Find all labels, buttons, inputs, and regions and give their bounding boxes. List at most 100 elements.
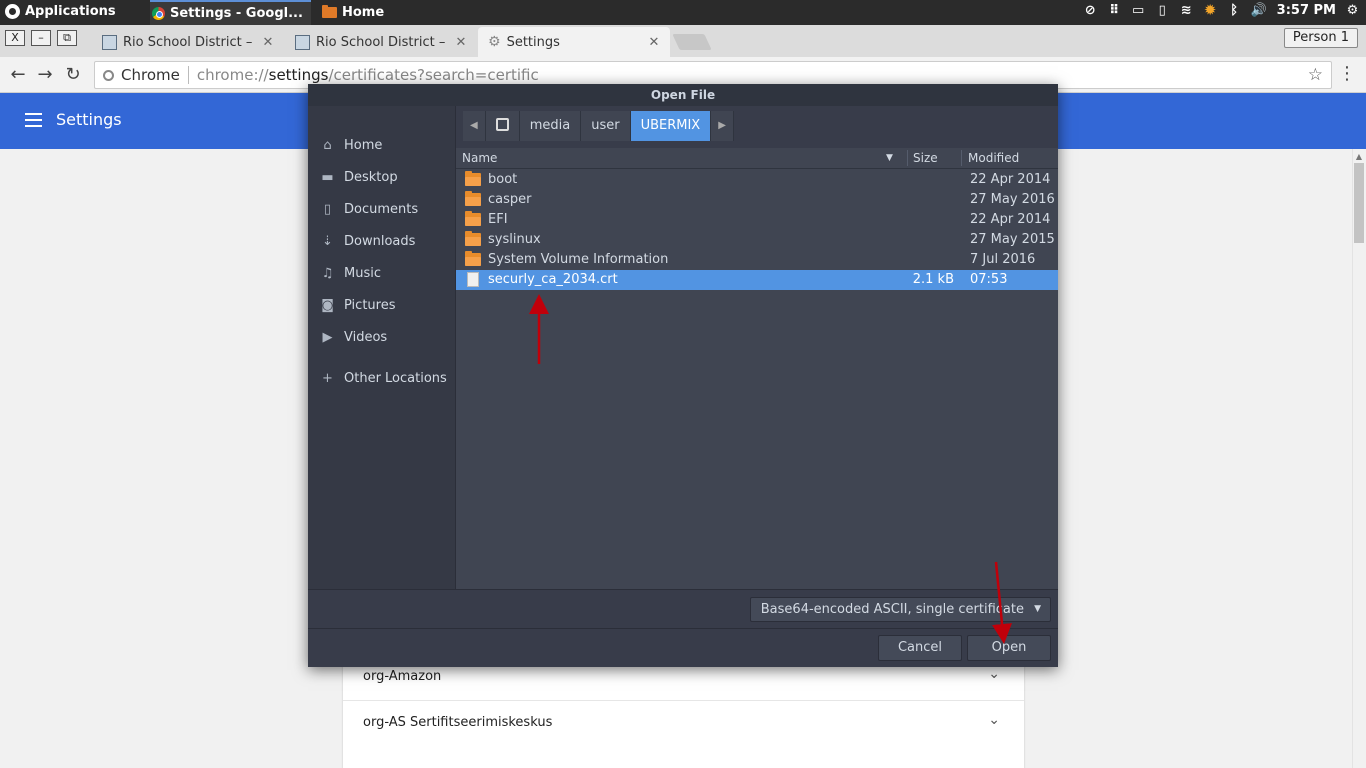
taskbar-browser-label: Settings - Googl... [170, 6, 303, 21]
place-documents[interactable]: ▯ Documents [308, 195, 456, 223]
place-downloads[interactable]: ⇣ Downloads [308, 227, 456, 255]
path-breadcrumb: ◀ media user UBERMIX ▶ [463, 111, 734, 141]
settings-title: Settings [56, 110, 122, 129]
taskbar-button-files[interactable]: Home [322, 0, 384, 25]
tab-settings[interactable]: ⚙ Settings ✕ [478, 27, 670, 57]
forward-arrow-icon[interactable]: → [33, 63, 57, 87]
sort-down-icon[interactable]: ▼ [886, 153, 893, 163]
no-screensaver-icon[interactable]: ⊘ [1083, 3, 1098, 18]
battery-icon[interactable]: ▯ [1155, 3, 1170, 18]
file-name: EFI [488, 212, 508, 227]
file-modified: 7 Jul 2016 [970, 252, 1036, 267]
hamburger-menu-icon[interactable] [25, 113, 42, 127]
file-row-selected[interactable]: securly_ca_2034.crt 2.1 kB 07:53 [456, 270, 1058, 290]
taskbar-button-browser[interactable]: Settings - Googl... [150, 0, 311, 25]
open-button[interactable]: Open [967, 635, 1051, 661]
file-row[interactable]: EFI 22 Apr 2014 [456, 210, 1058, 230]
tab-close-icon[interactable]: ✕ [453, 35, 469, 50]
window-restore-button[interactable]: ⧉ [57, 30, 77, 46]
power-gear-icon[interactable]: ⚙ [1345, 3, 1360, 18]
music-icon: ♫ [321, 265, 334, 281]
place-label: Documents [344, 201, 419, 217]
grid-icon[interactable]: ⠿ [1107, 3, 1122, 18]
cancel-button[interactable]: Cancel [878, 635, 962, 661]
place-videos[interactable]: ▶ Videos [308, 323, 456, 351]
applications-menu[interactable]: Applications [5, 4, 116, 19]
window-close-button[interactable]: X [5, 30, 25, 46]
reload-icon[interactable]: ↻ [61, 63, 85, 87]
site-favicon-icon [102, 34, 117, 50]
folder-icon [465, 191, 481, 206]
volume-icon[interactable]: 🔊 [1251, 3, 1267, 18]
tab-close-icon[interactable]: ✕ [646, 35, 662, 50]
file-name: boot [488, 172, 518, 187]
chrome-page-icon [103, 69, 114, 81]
file-row[interactable]: System Volume Information 7 Jul 2016 [456, 250, 1058, 270]
column-separator [907, 150, 908, 166]
folder-icon: ▬ [321, 169, 334, 185]
tab-title: Rio School District – E [316, 34, 447, 50]
place-label: Home [344, 137, 383, 153]
folder-icon [465, 231, 481, 246]
file-type-filter-select[interactable]: Base64-encoded ASCII, single certificate… [749, 597, 1051, 622]
file-list-header: Name ▼ Size Modified [456, 148, 1058, 169]
place-label: Desktop [344, 169, 398, 185]
profile-button[interactable]: Person 1 [1283, 28, 1358, 48]
place-desktop[interactable]: ▬ Desktop [308, 163, 456, 191]
breadcrumb-root-disk[interactable] [485, 111, 520, 141]
place-pictures[interactable]: ◙ Pictures [308, 291, 456, 319]
weather-sun-icon[interactable]: ✹ [1203, 3, 1218, 18]
window-minimize-button[interactable]: – [31, 30, 51, 46]
file-modified: 27 May 2016 [970, 192, 1055, 207]
document-file-icon [467, 272, 479, 287]
chrome-menu-icon[interactable]: ⋮ [1338, 63, 1356, 84]
bookmark-star-icon[interactable]: ☆ [1308, 65, 1323, 85]
browser-tab-strip: X – ⧉ Rio School District – E ✕ Rio Scho… [0, 25, 1366, 57]
breadcrumb-back-arrow-icon[interactable]: ◀ [463, 111, 486, 141]
back-arrow-icon[interactable]: ← [6, 63, 30, 87]
file-name: securly_ca_2034.crt [488, 272, 618, 287]
tab-close-icon[interactable]: ✕ [260, 35, 276, 50]
place-music[interactable]: ♫ Music [308, 259, 456, 287]
column-header-name[interactable]: Name [462, 151, 497, 165]
video-icon: ▶ [322, 329, 333, 345]
file-row[interactable]: casper 27 May 2016 [456, 190, 1058, 210]
chevron-down-icon[interactable]: ⌄ [988, 666, 1000, 682]
breadcrumb-forward-arrow-icon[interactable]: ▶ [711, 111, 734, 141]
breadcrumb-media[interactable]: media [519, 111, 582, 141]
tab-rio-school-2[interactable]: Rio School District – E ✕ [285, 27, 477, 57]
file-filter-bar: Base64-encoded ASCII, single certificate… [308, 589, 1058, 628]
new-tab-button[interactable] [672, 34, 712, 50]
home-icon: ⌂ [323, 137, 332, 153]
system-tray: ⊘ ⠿ ▭ ▯ ≋ ✹ ᛒ 🔊 3:57 PM ⚙ [1083, 3, 1360, 19]
column-header-size[interactable]: Size [913, 151, 938, 165]
filter-value: Base64-encoded ASCII, single certificate [760, 602, 1024, 617]
file-size: 2.1 kB [912, 272, 954, 287]
chrome-icon [152, 7, 165, 20]
column-header-modified[interactable]: Modified [968, 151, 1019, 165]
scroll-up-arrow-icon[interactable]: ▲ [1355, 152, 1363, 161]
document-icon: ▯ [323, 201, 332, 217]
file-name: System Volume Information [488, 252, 669, 267]
place-label: Music [344, 265, 381, 281]
file-modified: 07:53 [970, 272, 1008, 287]
file-row[interactable]: syslinux 27 May 2015 [456, 230, 1058, 250]
dropdown-caret-icon: ▼ [1034, 604, 1041, 614]
file-row[interactable]: boot 22 Apr 2014 [456, 170, 1058, 190]
chevron-down-icon[interactable]: ⌄ [988, 712, 1000, 728]
place-other-locations[interactable]: + Other Locations [308, 364, 456, 392]
display-icon[interactable]: ▭ [1131, 3, 1146, 18]
wifi-icon[interactable]: ≋ [1179, 3, 1194, 18]
scrollbar-thumb[interactable] [1354, 163, 1364, 243]
address-chip: Chrome [121, 66, 189, 84]
place-home[interactable]: ⌂ Home [308, 131, 456, 159]
place-label: Other Locations [344, 370, 447, 386]
bluetooth-icon[interactable]: ᛒ [1227, 3, 1242, 18]
tab-rio-school-1[interactable]: Rio School District – E ✕ [92, 27, 284, 57]
clock[interactable]: 3:57 PM [1277, 3, 1336, 18]
url-path: /certificates?search=certific [328, 66, 539, 84]
breadcrumb-user[interactable]: user [581, 111, 631, 141]
place-label: Downloads [344, 233, 416, 249]
certificate-row[interactable]: org-AS Sertifitseerimiskeskus ⌄ [343, 700, 1024, 746]
breadcrumb-ubermix[interactable]: UBERMIX [630, 111, 712, 141]
